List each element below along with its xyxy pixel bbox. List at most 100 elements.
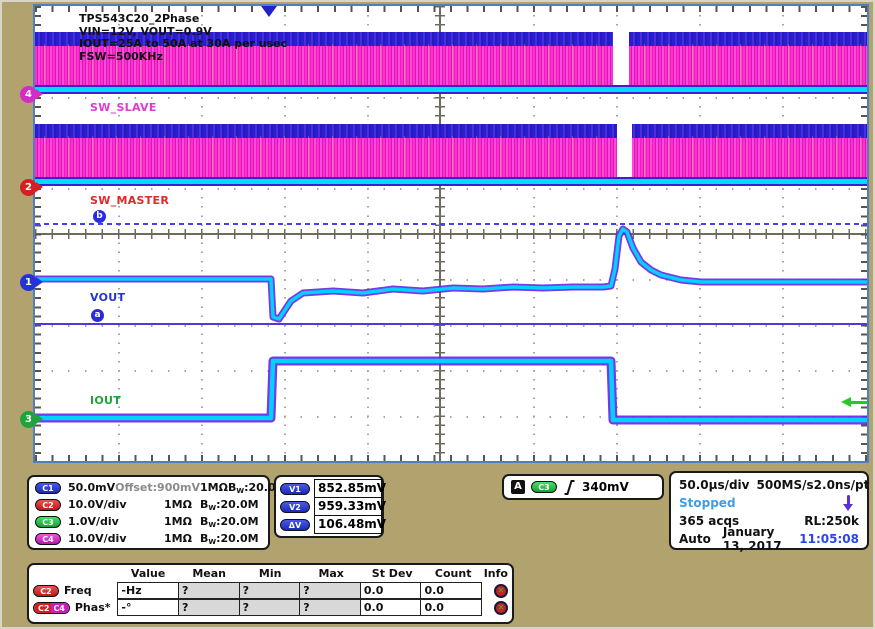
measurement-table[interactable]: Value Mean Min Max St Dev Count Info C2 … bbox=[27, 563, 514, 624]
freq-source-badge: C2 bbox=[33, 585, 59, 597]
channel-3-arrow-icon bbox=[36, 414, 43, 424]
vout-label: VOUT bbox=[90, 291, 125, 304]
channel-3-impedance: 1MΩ bbox=[164, 515, 200, 528]
channel-4-settings-row[interactable]: C4 10.0V/div 1MΩ BW:20.0M bbox=[29, 530, 268, 547]
channel-3-position-marker[interactable]: 3 bbox=[20, 411, 37, 428]
channel-4-scale: 10.0V/div bbox=[68, 532, 130, 545]
phase-info-icon[interactable] bbox=[494, 601, 508, 615]
freq-count: 0.0 bbox=[420, 582, 482, 599]
channel-4-impedance: 1MΩ bbox=[164, 532, 200, 545]
channel-2-position-marker[interactable]: 2 bbox=[20, 179, 37, 196]
phase-stdev: 0.0 bbox=[360, 599, 422, 616]
channel-settings-box[interactable]: C1 50.0mV Offset:900mV 1MΩ BW:20.0M C2 1… bbox=[27, 475, 270, 550]
channel-4-badge[interactable]: C4 bbox=[35, 533, 61, 545]
channel-4-bandwidth: BW:20.0M bbox=[200, 532, 262, 546]
channel-3-scale: 1.0V/div bbox=[68, 515, 130, 528]
header-stdev: St Dev bbox=[362, 567, 423, 582]
channel-2-bandwidth: BW:20.0M bbox=[200, 498, 262, 512]
rising-edge-icon bbox=[563, 480, 576, 495]
annotation-line: TPS543C20_2Phase bbox=[79, 13, 287, 26]
horizontal-acquisition-box[interactable]: 50.0µs/div 500MS/s 2.0ns/pt Stopped 365 … bbox=[669, 471, 869, 550]
freq-measurement-name: Freq bbox=[64, 584, 92, 597]
header-max: Max bbox=[301, 567, 362, 582]
channel-1-settings-row[interactable]: C1 50.0mV Offset:900mV 1MΩ BW:20.0M bbox=[29, 479, 268, 496]
timebase-row: 50.0µs/div 500MS/s 2.0ns/pt bbox=[671, 476, 867, 494]
header-info: Info bbox=[484, 567, 508, 582]
channel-4-arrow-icon bbox=[36, 89, 43, 99]
sample-rate: 500MS/s bbox=[757, 478, 814, 492]
measurement-row-phase[interactable]: C2C4 Phas* -° ? ? ? 0.0 0.0 bbox=[33, 599, 508, 616]
iout-trace-fringe bbox=[35, 361, 867, 420]
v2-badge: V2 bbox=[280, 501, 310, 513]
channel-1-badge[interactable]: C1 bbox=[35, 482, 61, 494]
freq-info-icon[interactable] bbox=[494, 584, 508, 598]
phase-max: ? bbox=[299, 599, 361, 616]
channel-3-badge[interactable]: C3 bbox=[35, 516, 61, 528]
freq-max: ? bbox=[299, 582, 361, 599]
channel-3-settings-row[interactable]: C3 1.0V/div 1MΩ BW:20.0M bbox=[29, 513, 268, 530]
phase-value: -° bbox=[117, 599, 179, 616]
sw-slave-label: SW_SLAVE bbox=[90, 101, 157, 114]
trigger-level-arrow[interactable] bbox=[841, 397, 867, 407]
trigger-level-arrow-tail bbox=[850, 401, 867, 404]
header-min: Min bbox=[240, 567, 301, 582]
channel-4-position-marker[interactable]: 4 bbox=[20, 86, 37, 103]
phase-source-badge: C2C4 bbox=[33, 602, 70, 614]
freq-min: ? bbox=[239, 582, 301, 599]
trigger-level-value: 340mV bbox=[582, 480, 629, 494]
cursor-v1-row: V1 852.85mV bbox=[276, 479, 382, 498]
horizontal-scale: 50.0µs/div bbox=[679, 478, 750, 492]
channel-2-arrow-icon bbox=[36, 182, 43, 192]
annotation-line: IOUT=25A to 50A at 30A per usec bbox=[79, 38, 287, 51]
delta-v-value: 106.48mV bbox=[314, 515, 382, 534]
channel-3-bandwidth: BW:20.0M bbox=[200, 515, 262, 529]
freq-stdev: 0.0 bbox=[360, 582, 422, 599]
iout-label: IOUT bbox=[90, 394, 121, 407]
trigger-mode-label: Auto bbox=[679, 532, 711, 546]
annotation-line: FSW=500KHz bbox=[79, 51, 287, 64]
user-annotation: TPS543C20_2Phase VIN=12V, VOUT=0.9V IOUT… bbox=[79, 13, 287, 63]
channel-1-arrow-icon bbox=[36, 277, 43, 287]
sample-resolution: 2.0ns/pt bbox=[814, 478, 870, 492]
date-time-row: Auto January 13, 2017 11:05:08 bbox=[671, 530, 867, 548]
trigger-readout-box[interactable]: A C3 340mV bbox=[502, 474, 664, 500]
v1-value: 852.85mV bbox=[314, 479, 382, 498]
channel-1-impedance: 1MΩ bbox=[200, 481, 228, 494]
analog-traces bbox=[35, 6, 867, 461]
sw-master-label: SW_MASTER bbox=[90, 194, 169, 207]
acquisition-status: Stopped bbox=[679, 496, 736, 510]
record-length: RL:250k bbox=[804, 514, 859, 528]
cursor-readout-box[interactable]: V1 852.85mV V2 959.33mV ΔV 106.48mV bbox=[274, 475, 384, 538]
vout-trace-fringe bbox=[35, 229, 867, 319]
oscilloscope-screenshot: { "display": { "annotation_lines": ["TPS… bbox=[0, 0, 875, 629]
measurement-row-freq[interactable]: C2 Freq -Hz ? ? ? 0.0 0.0 bbox=[33, 582, 508, 599]
measurement-table-header: Value Mean Min Max St Dev Count Info bbox=[33, 567, 508, 582]
trigger-mode-badge: A bbox=[511, 480, 525, 494]
channel-2-impedance: 1MΩ bbox=[164, 498, 200, 511]
header-count: Count bbox=[423, 567, 484, 582]
freq-value: -Hz bbox=[117, 582, 179, 599]
channel-1-position-marker[interactable]: 1 bbox=[20, 274, 37, 291]
date-label: January 13, 2017 bbox=[723, 525, 799, 553]
phase-measurement-name: Phas* bbox=[75, 601, 111, 614]
iout-trace bbox=[35, 361, 867, 420]
v1-badge: V1 bbox=[280, 483, 310, 495]
trigger-source-badge: C3 bbox=[531, 481, 557, 493]
phase-count: 0.0 bbox=[420, 599, 482, 616]
scope-display: b a TPS543C20_2Phase VIN=12V, VOUT=0.9V … bbox=[33, 4, 869, 463]
phase-mean: ? bbox=[178, 599, 240, 616]
header-mean: Mean bbox=[179, 567, 240, 582]
cursor-dv-row: ΔV 106.48mV bbox=[276, 515, 382, 534]
delta-v-badge: ΔV bbox=[280, 519, 310, 531]
cursor-v2-row: V2 959.33mV bbox=[276, 497, 382, 516]
channel-1-offset: Offset:900mV bbox=[115, 481, 200, 494]
channel-2-settings-row[interactable]: C2 10.0V/div 1MΩ BW:20.0M bbox=[29, 496, 268, 513]
marker-down-arrow-icon bbox=[843, 495, 853, 511]
v2-value: 959.33mV bbox=[314, 497, 382, 516]
channel-1-scale: 50.0mV bbox=[68, 481, 115, 494]
freq-mean: ? bbox=[178, 582, 240, 599]
channel-2-badge[interactable]: C2 bbox=[35, 499, 61, 511]
header-value: Value bbox=[118, 567, 179, 582]
phase-min: ? bbox=[239, 599, 301, 616]
channel-2-scale: 10.0V/div bbox=[68, 498, 130, 511]
